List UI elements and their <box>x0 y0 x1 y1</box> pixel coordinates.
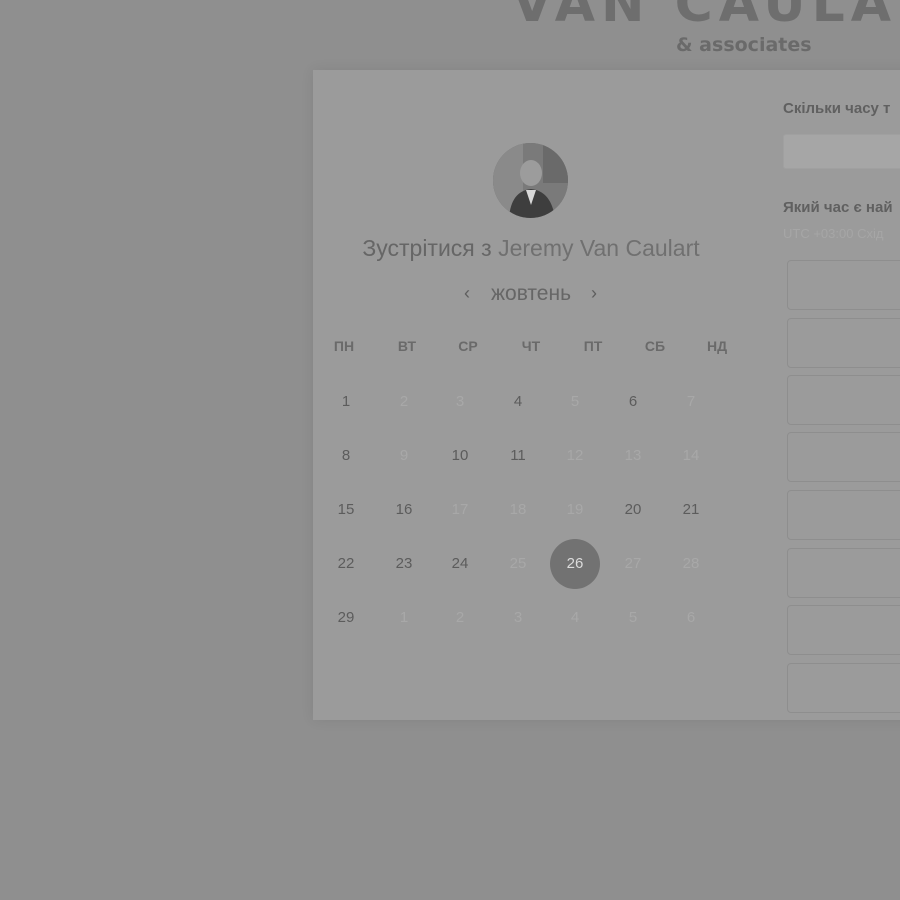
calendar-day[interactable]: 23 <box>379 539 429 589</box>
calendar-day[interactable]: 8 <box>321 431 371 481</box>
calendar-day[interactable]: 20 <box>608 485 658 535</box>
calendar-day: 6 <box>686 609 696 626</box>
calendar-day: 12 <box>566 447 584 464</box>
calendar-day: 2 <box>399 393 409 410</box>
duration-question: Скільки часу т <box>783 100 891 117</box>
calendar-day: 7 <box>686 393 696 410</box>
time-question: Який час є най <box>783 199 893 216</box>
brand-tagline: & associates <box>676 34 812 56</box>
calendar-day[interactable]: 11 <box>493 431 543 481</box>
calendar-day: 4 <box>570 609 580 626</box>
time-slot-button[interactable] <box>787 605 900 655</box>
calendar-day[interactable]: 22 <box>321 539 371 589</box>
calendar-day: 17 <box>451 501 469 518</box>
booking-panel: Скільки часу т Який час є най UTC +03:00… <box>783 70 900 720</box>
calendar-day[interactable]: 16 <box>379 485 429 535</box>
duration-select[interactable] <box>783 134 900 169</box>
calendar-grid: 1 2 3 4 5 6 7 8 9 10 11 12 13 14 15 16 17 18 19 20 21 22 23 24 2… <box>313 70 749 690</box>
calendar-day: 19 <box>566 501 584 518</box>
calendar-day: 9 <box>399 447 409 464</box>
time-slot-button[interactable] <box>787 318 900 368</box>
calendar-day: 3 <box>513 609 523 626</box>
calendar-day: 25 <box>509 555 527 572</box>
time-slot-button[interactable] <box>787 432 900 482</box>
booking-card: Зустрітися з Jeremy Van Caulart ‹ жовтен… <box>313 70 900 720</box>
calendar-day-selected[interactable]: 26 <box>550 539 600 589</box>
calendar-day: 27 <box>624 555 642 572</box>
calendar-day[interactable]: 4 <box>493 377 543 427</box>
calendar-day: 13 <box>624 447 642 464</box>
calendar-day: 28 <box>682 555 700 572</box>
brand-header: VAN CAULA & associates <box>0 0 900 70</box>
calendar-day: 3 <box>455 393 465 410</box>
calendar-day: 2 <box>455 609 465 626</box>
calendar-day[interactable]: 24 <box>435 539 485 589</box>
calendar-day[interactable]: 10 <box>435 431 485 481</box>
calendar-day: 1 <box>399 609 409 626</box>
time-slot-button[interactable] <box>787 260 900 310</box>
time-slot-button[interactable] <box>787 375 900 425</box>
time-slot-button[interactable] <box>787 490 900 540</box>
brand-name: VAN CAULA <box>512 0 897 34</box>
calendar-day: 18 <box>509 501 527 518</box>
calendar-day[interactable]: 21 <box>666 485 716 535</box>
calendar-day[interactable]: 1 <box>321 377 371 427</box>
calendar-day[interactable]: 6 <box>608 377 658 427</box>
calendar-day: 5 <box>628 609 638 626</box>
calendar-day[interactable]: 15 <box>321 485 371 535</box>
calendar-day[interactable]: 29 <box>321 593 371 643</box>
timezone-label: UTC +03:00 Схід <box>783 226 884 241</box>
time-slot-button[interactable] <box>787 548 900 598</box>
calendar-day: 5 <box>570 393 580 410</box>
calendar-day: 14 <box>682 447 700 464</box>
time-slot-button[interactable] <box>787 663 900 713</box>
